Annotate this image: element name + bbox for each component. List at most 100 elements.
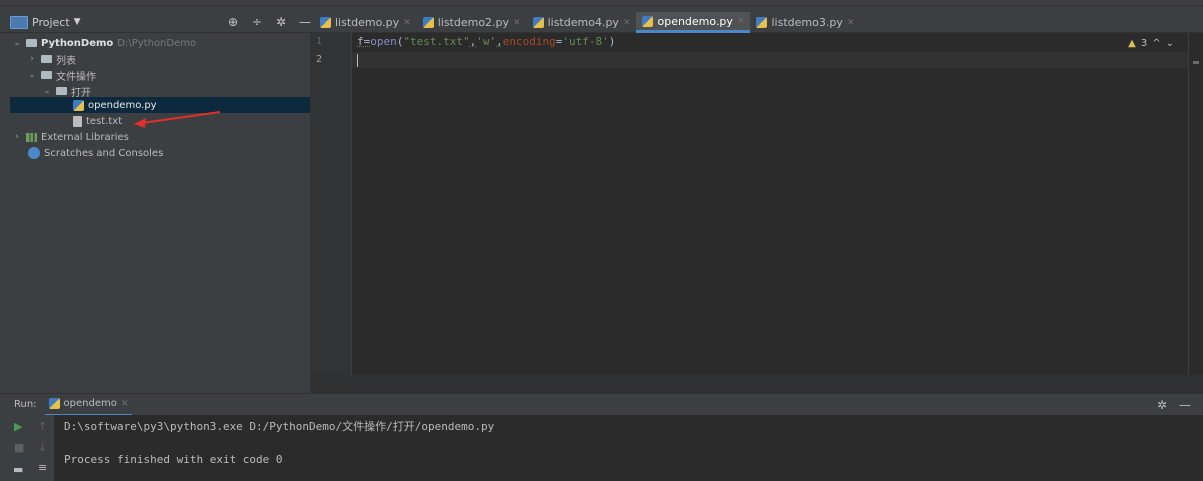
inspection-widget[interactable]: ▲ 3 ^ ⌄	[1128, 38, 1174, 49]
code-paren: )	[608, 35, 616, 48]
code-builtin: open	[370, 35, 397, 48]
tab-label: listdemo.py	[335, 16, 400, 29]
project-tree: ⌄ PythonDemo D:\PythonDemo › 列表 ⌄ 文件操作 ⌄…	[0, 33, 311, 393]
code-keyword-arg: encoding	[502, 35, 556, 48]
tab-opendemo[interactable]: opendemo.py ✕	[636, 12, 751, 33]
folder-icon	[41, 71, 52, 79]
project-view-selector[interactable]: Project ▼	[10, 12, 81, 32]
python-file-icon	[532, 17, 544, 28]
stop-icon[interactable]: ■	[14, 441, 24, 454]
run-label: Run:	[14, 399, 37, 410]
code-editor[interactable]: f=open("test.txt",'w',encoding='utf-8') …	[352, 33, 1188, 375]
tab-label: listdemo3.py	[771, 16, 843, 29]
code-identifier: f	[357, 35, 364, 48]
code-string: "test.txt"	[403, 35, 470, 48]
line-number-gutter: 1 2	[311, 33, 352, 375]
hide-icon[interactable]: —	[298, 15, 312, 29]
close-icon[interactable]: ✕	[513, 18, 521, 28]
editor-scrollbar[interactable]	[1188, 33, 1203, 375]
arrow-down-icon[interactable]: ↓	[38, 441, 47, 454]
python-file-icon	[422, 17, 434, 28]
code-line-1[interactable]: f=open("test.txt",'w',encoding='utf-8')	[357, 35, 615, 48]
layout-icon[interactable]: ▬	[13, 463, 23, 476]
folder-label: 文件操作	[56, 71, 96, 83]
chevron-right-icon[interactable]: ›	[12, 132, 22, 142]
run-tab-opendemo[interactable]: opendemo ✕	[44, 394, 133, 416]
tree-scratches[interactable]: Scratches and Consoles	[28, 145, 163, 161]
tree-folder-file-ops[interactable]: ⌄ 文件操作	[27, 67, 96, 83]
soft-wrap-icon[interactable]: ≡	[38, 461, 47, 474]
project-title: Project	[32, 15, 70, 29]
project-actions: ⊕ ÷ ✲ —	[226, 12, 312, 32]
line-number: 1	[316, 36, 323, 47]
warning-icon: ▲	[1128, 38, 1136, 49]
code-comma: ,	[496, 35, 503, 48]
library-label: External Libraries	[41, 131, 129, 143]
text-cursor	[357, 54, 358, 67]
editor-horizontal-scrollbar[interactable]	[311, 375, 1203, 393]
python-file-icon	[73, 99, 84, 111]
python-file-icon	[320, 17, 331, 28]
folder-label: 列表	[56, 55, 76, 67]
gear-icon[interactable]: ✲	[274, 15, 288, 29]
close-icon[interactable]: ✕	[737, 16, 745, 26]
tab-listdemo2[interactable]: listdemo2.py ✕	[417, 12, 527, 33]
annotation-arrow	[134, 111, 221, 128]
run-panel-header: Run: opendemo ✕ ✲ —	[0, 393, 1203, 416]
rerun-icon[interactable]: ▶	[14, 420, 22, 433]
warning-count: 3	[1140, 38, 1148, 49]
close-icon[interactable]: ✕	[121, 399, 129, 409]
tab-label: listdemo2.py	[437, 16, 510, 29]
text-file-icon	[73, 115, 82, 127]
locate-icon[interactable]: ⊕	[226, 15, 240, 29]
tree-external-libraries[interactable]: › External Libraries	[12, 129, 129, 145]
hide-icon[interactable]: —	[1179, 398, 1191, 412]
chevron-down-icon: ▼	[73, 17, 81, 27]
tab-label: opendemo.py	[657, 14, 733, 28]
console-line: D:\software\py3\python3.exe D:/PythonDem…	[64, 420, 495, 433]
file-label: test.txt	[86, 115, 123, 127]
current-line-highlight	[352, 52, 1188, 68]
python-file-icon	[48, 398, 60, 409]
tree-folder-list[interactable]: › 列表	[27, 51, 76, 67]
python-file-icon	[756, 17, 768, 28]
tab-listdemo[interactable]: listdemo.py ✕	[314, 12, 417, 33]
chevron-up-icon[interactable]: ^	[1152, 38, 1160, 49]
folder-icon	[26, 39, 37, 47]
editor-tabs: listdemo.py ✕ listdemo2.py ✕ listdemo4.p…	[314, 12, 860, 33]
folder-icon	[56, 87, 67, 95]
chevron-down-icon[interactable]: ⌄	[27, 70, 37, 80]
chevron-down-icon[interactable]: ⌄	[1166, 38, 1174, 49]
root-path: D:\PythonDemo	[117, 37, 197, 49]
close-icon[interactable]: ✕	[403, 18, 411, 28]
arrow-up-icon[interactable]: ↑	[38, 420, 47, 433]
tab-listdemo3[interactable]: listdemo3.py ✕	[750, 12, 860, 33]
console-line: Process finished with exit code 0	[64, 453, 283, 466]
run-tab-label: opendemo	[63, 398, 117, 409]
scratches-label: Scratches and Consoles	[44, 147, 164, 159]
chevron-down-icon[interactable]: ⌄	[42, 86, 52, 96]
tree-file-test[interactable]: test.txt	[73, 113, 122, 129]
tab-listdemo4[interactable]: listdemo4.py ✕	[527, 12, 637, 33]
chevron-right-icon[interactable]: ›	[27, 54, 37, 64]
run-toolbar: ▶ ↑ ■ ↓ ▬ ≡	[0, 415, 54, 481]
run-console[interactable]: D:\software\py3\python3.exe D:/PythonDem…	[54, 415, 1203, 481]
scroll-marker	[1193, 61, 1199, 64]
project-icon	[10, 15, 28, 29]
tree-root[interactable]: ⌄ PythonDemo D:\PythonDemo	[12, 35, 196, 51]
run-panel-actions: ✲ —	[1157, 398, 1191, 412]
line-number: 2	[316, 54, 323, 65]
code-string: 'utf-8'	[562, 35, 609, 48]
chevron-down-icon[interactable]: ⌄	[12, 38, 22, 48]
root-label: PythonDemo	[41, 37, 114, 49]
close-icon[interactable]: ✕	[623, 18, 631, 28]
tab-label: listdemo4.py	[547, 16, 619, 29]
python-file-icon	[642, 15, 654, 27]
scratch-icon	[28, 147, 40, 159]
gear-icon[interactable]: ✲	[1157, 398, 1167, 412]
collapse-icon[interactable]: ÷	[250, 15, 264, 29]
code-string: 'w'	[476, 35, 497, 48]
close-icon[interactable]: ✕	[847, 18, 855, 28]
folder-icon	[41, 55, 52, 63]
library-icon	[26, 132, 37, 142]
